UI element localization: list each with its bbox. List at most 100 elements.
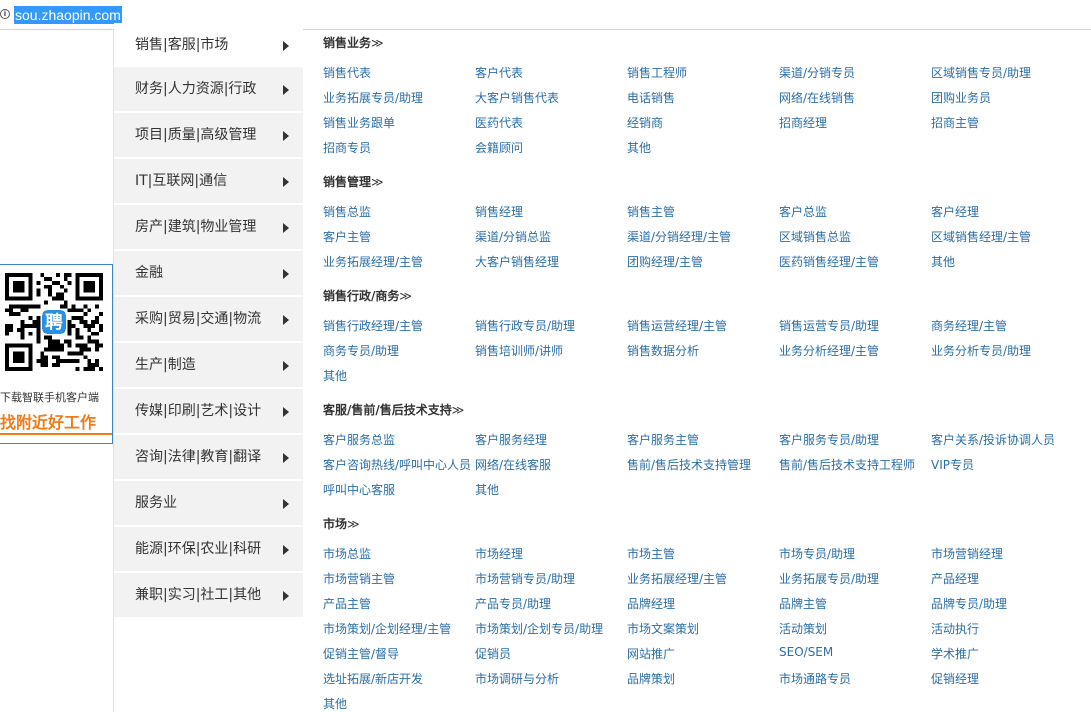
category-item[interactable]: 能源|环保|农业|科研: [114, 527, 303, 572]
job-link[interactable]: 业务拓展经理/主管: [627, 570, 727, 587]
job-link[interactable]: 客户服务经理: [475, 431, 547, 448]
job-link[interactable]: 医药销售经理/主管: [779, 253, 879, 270]
category-item[interactable]: 项目|质量|高级管理: [114, 113, 303, 158]
job-link[interactable]: 团购业务员: [931, 89, 991, 106]
app-download-panel[interactable]: 聘 下载智联手机客户端 找附近好工作: [0, 264, 113, 444]
job-link[interactable]: 市场调研与分析: [475, 670, 559, 687]
category-item[interactable]: 财务|人力资源|行政: [114, 67, 303, 112]
job-link[interactable]: 产品专员/助理: [475, 595, 551, 612]
job-link[interactable]: 网站推广: [627, 645, 675, 662]
job-link[interactable]: 销售培训师/讲师: [475, 342, 563, 359]
job-link[interactable]: 团购经理/主管: [627, 253, 703, 270]
job-link[interactable]: 品牌策划: [627, 670, 675, 687]
job-link[interactable]: 销售总监: [323, 203, 371, 220]
job-link[interactable]: 网络/在线销售: [779, 89, 855, 106]
job-link[interactable]: 市场营销主管: [323, 570, 395, 587]
job-link[interactable]: 活动策划: [779, 620, 827, 637]
job-link[interactable]: 市场通路专员: [779, 670, 851, 687]
job-link[interactable]: 销售经理: [475, 203, 523, 220]
job-link[interactable]: 产品经理: [931, 570, 979, 587]
job-link[interactable]: 区域销售经理/主管: [931, 228, 1031, 245]
job-link[interactable]: 选址拓展/新店开发: [323, 670, 423, 687]
job-link[interactable]: 品牌专员/助理: [931, 595, 1007, 612]
job-link[interactable]: 招商专员: [323, 139, 371, 156]
info-icon[interactable]: i: [0, 9, 10, 19]
job-link[interactable]: 区域销售专员/助理: [931, 64, 1031, 81]
job-link[interactable]: 客户咨询热线/呼叫中心人员: [323, 456, 471, 473]
job-link[interactable]: 活动执行: [931, 620, 979, 637]
job-link[interactable]: 品牌经理: [627, 595, 675, 612]
job-link[interactable]: 销售运营经理/主管: [627, 317, 727, 334]
job-link[interactable]: 业务拓展专员/助理: [323, 89, 423, 106]
job-link[interactable]: 促销主管/督导: [323, 645, 399, 662]
job-link[interactable]: 客户总监: [779, 203, 827, 220]
job-link[interactable]: 售前/售后技术支持工程师: [779, 456, 915, 473]
job-link[interactable]: 售前/售后技术支持管理: [627, 456, 751, 473]
job-link[interactable]: 客户服务专员/助理: [779, 431, 879, 448]
job-link[interactable]: 其他: [323, 367, 347, 384]
category-item[interactable]: 服务业: [114, 481, 303, 526]
job-link[interactable]: 网络/在线客服: [475, 456, 551, 473]
job-link[interactable]: 市场策划/企划专员/助理: [475, 620, 603, 637]
job-link[interactable]: 品牌主管: [779, 595, 827, 612]
job-link[interactable]: 其他: [475, 481, 499, 498]
job-link[interactable]: 销售行政专员/助理: [475, 317, 575, 334]
job-link[interactable]: 市场策划/企划经理/主管: [323, 620, 451, 637]
section-title[interactable]: 销售业务≫: [323, 34, 384, 51]
job-link[interactable]: 招商主管: [931, 114, 979, 131]
job-link[interactable]: 销售运营专员/助理: [779, 317, 879, 334]
job-link[interactable]: 客户经理: [931, 203, 979, 220]
job-link[interactable]: 呼叫中心客服: [323, 481, 395, 498]
section-title[interactable]: 客服/售前/售后技术支持≫: [323, 401, 464, 418]
job-link[interactable]: 销售工程师: [627, 64, 687, 81]
job-link[interactable]: 业务拓展专员/助理: [779, 570, 879, 587]
job-link[interactable]: 其他: [323, 695, 347, 712]
job-link[interactable]: 渠道/分销经理/主管: [627, 228, 731, 245]
job-link[interactable]: 促销经理: [931, 670, 979, 687]
section-title[interactable]: 销售行政/商务≫: [323, 287, 412, 304]
category-item[interactable]: 房产|建筑|物业管理: [114, 205, 303, 250]
job-link[interactable]: 业务拓展经理/主管: [323, 253, 423, 270]
job-link[interactable]: 区域销售总监: [779, 228, 851, 245]
job-link[interactable]: 大客户销售经理: [475, 253, 559, 270]
job-link[interactable]: 医药代表: [475, 114, 523, 131]
job-link[interactable]: 客户服务总监: [323, 431, 395, 448]
category-item[interactable]: 销售|客服|市场: [114, 23, 303, 68]
job-link[interactable]: 学术推广: [931, 645, 979, 662]
category-item[interactable]: 采购|贸易|交通|物流: [114, 297, 303, 342]
category-item[interactable]: 咨询|法律|教育|翻译: [114, 435, 303, 480]
job-link[interactable]: 业务分析经理/主管: [779, 342, 879, 359]
job-link[interactable]: 客户服务主管: [627, 431, 699, 448]
job-link[interactable]: SEO/SEM: [779, 645, 833, 659]
job-link[interactable]: 大客户销售代表: [475, 89, 559, 106]
job-link[interactable]: VIP专员: [931, 456, 974, 473]
job-link[interactable]: 渠道/分销总监: [475, 228, 551, 245]
category-item[interactable]: 金融: [114, 251, 303, 296]
job-link[interactable]: 商务经理/主管: [931, 317, 1007, 334]
job-link[interactable]: 市场总监: [323, 545, 371, 562]
job-link[interactable]: 客户代表: [475, 64, 523, 81]
job-link[interactable]: 渠道/分销专员: [779, 64, 855, 81]
job-link[interactable]: 市场文案策划: [627, 620, 699, 637]
job-link[interactable]: 产品主管: [323, 595, 371, 612]
category-item[interactable]: 传媒|印刷|艺术|设计: [114, 389, 303, 434]
job-link[interactable]: 市场营销专员/助理: [475, 570, 575, 587]
job-link[interactable]: 销售行政经理/主管: [323, 317, 423, 334]
job-link[interactable]: 客户关系/投诉协调人员: [931, 431, 1055, 448]
job-link[interactable]: 客户主管: [323, 228, 371, 245]
job-link[interactable]: 招商经理: [779, 114, 827, 131]
job-link[interactable]: 电话销售: [627, 89, 675, 106]
url-text[interactable]: sou.zhaopin.com: [14, 6, 122, 24]
job-link[interactable]: 销售主管: [627, 203, 675, 220]
category-item[interactable]: 生产|制造: [114, 343, 303, 388]
category-item[interactable]: IT|互联网|通信: [114, 159, 303, 204]
job-link[interactable]: 市场主管: [627, 545, 675, 562]
job-link[interactable]: 市场经理: [475, 545, 523, 562]
job-link[interactable]: 销售业务跟单: [323, 114, 395, 131]
job-link[interactable]: 商务专员/助理: [323, 342, 399, 359]
job-link[interactable]: 会籍顾问: [475, 139, 523, 156]
job-link[interactable]: 其他: [627, 139, 651, 156]
job-link[interactable]: 销售数据分析: [627, 342, 699, 359]
job-link[interactable]: 市场专员/助理: [779, 545, 855, 562]
job-link[interactable]: 销售代表: [323, 64, 371, 81]
